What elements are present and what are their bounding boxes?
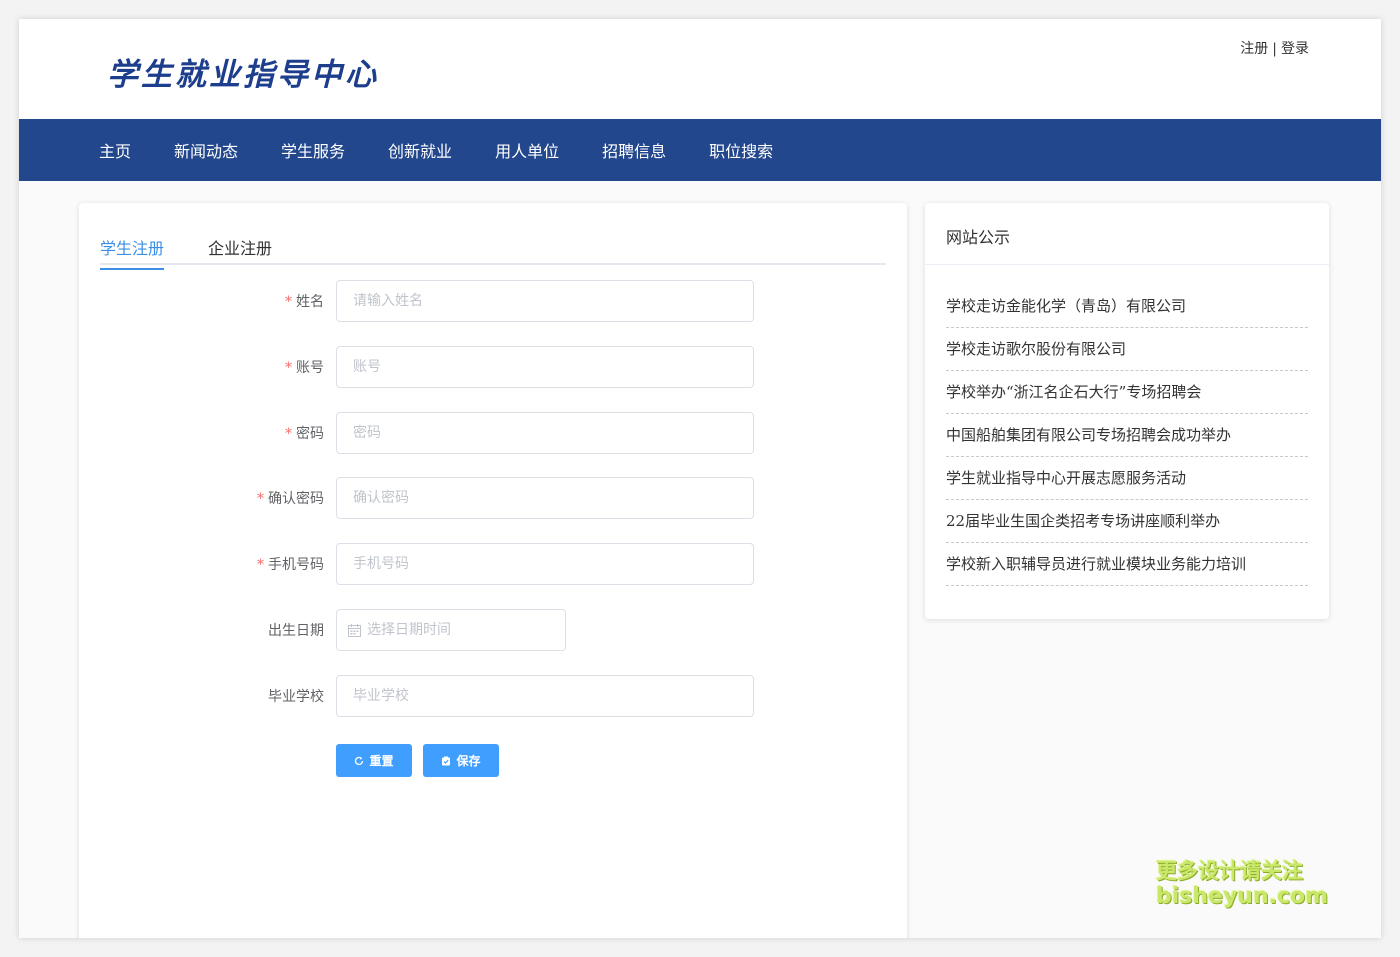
notice-item[interactable]: 22届毕业生国企类招考专场讲座顺利举办 <box>946 500 1308 543</box>
account-label: * 账号 <box>285 360 324 376</box>
site-logo[interactable]: 学生就业指导中心 <box>107 49 379 94</box>
main-nav: 主页 新闻动态 学生服务 创新就业 用人单位 招聘信息 职位搜索 <box>19 119 1381 181</box>
phone-label: * 手机号码 <box>257 557 324 573</box>
auth-links: 注册 | 登录 <box>1240 38 1309 58</box>
reset-button-label: 重置 <box>369 754 394 768</box>
notice-title: 网站公示 <box>925 203 1329 265</box>
nav-item-employers[interactable]: 用人单位 <box>495 138 559 162</box>
form-row-password: * 密码 <box>79 412 907 454</box>
registration-tabs: 学生注册 企业注册 <box>100 225 886 270</box>
nav-item-home[interactable]: 主页 <box>99 138 131 162</box>
required-mark: * <box>285 294 292 310</box>
form-row-birthdate: 出生日期 <box>79 609 907 651</box>
notice-item[interactable]: 中国船舶集团有限公司专场招聘会成功举办 <box>946 414 1308 457</box>
watermark-line1: 更多设计请关注 <box>1156 859 1303 883</box>
notice-list: 学校走访金能化学（青岛）有限公司 学校走访歌尔股份有限公司 学校举办“浙江名企石… <box>946 285 1308 586</box>
password-label: * 密码 <box>285 426 324 442</box>
notice-item[interactable]: 学校走访金能化学（青岛）有限公司 <box>946 285 1308 328</box>
required-mark: * <box>257 557 264 573</box>
notice-card: 网站公示 学校走访金能化学（青岛）有限公司 学校走访歌尔股份有限公司 学校举办“… <box>925 203 1329 619</box>
form-row-account: * 账号 <box>79 346 907 388</box>
confirm-password-label: * 确认密码 <box>257 491 324 507</box>
birthdate-label: 出生日期 <box>268 623 324 639</box>
refresh-icon <box>355 756 364 765</box>
nav-item-job-search[interactable]: 职位搜索 <box>709 138 773 162</box>
notice-item[interactable]: 学校新入职辅导员进行就业模块业务能力培训 <box>946 543 1308 586</box>
register-link[interactable]: 注册 <box>1240 41 1268 57</box>
school-label: 毕业学校 <box>268 689 324 705</box>
required-mark: * <box>285 360 292 376</box>
watermark-line2: bisheyun.com <box>1156 884 1329 909</box>
birthdate-picker[interactable] <box>336 609 566 651</box>
main-content: 学生注册 企业注册 *姓名 *账号 *密码 *确认密码 *手机号码 <box>19 181 1381 938</box>
form-row-school: 毕业学校 <box>79 675 907 717</box>
nav-item-news[interactable]: 新闻动态 <box>174 138 238 162</box>
form-row-phone: * 手机号码 <box>79 543 907 585</box>
notice-item[interactable]: 学校走访歌尔股份有限公司 <box>946 328 1308 371</box>
tab-company-register[interactable]: 企业注册 <box>208 235 272 268</box>
header: 学生就业指导中心 注册 | 登录 <box>19 19 1381 119</box>
nav-item-jobs[interactable]: 招聘信息 <box>602 138 666 162</box>
notice-item[interactable]: 学生就业指导中心开展志愿服务活动 <box>946 457 1308 500</box>
watermark: 更多设计请关注 bisheyun.com <box>1156 858 1329 910</box>
nav-item-student-services[interactable]: 学生服务 <box>281 138 345 162</box>
name-input[interactable] <box>336 280 754 322</box>
account-input[interactable] <box>336 346 754 388</box>
login-link[interactable]: 登录 <box>1281 41 1309 57</box>
form-actions: 重置 保存 <box>79 744 907 786</box>
calendar-icon <box>348 624 361 637</box>
name-label: * 姓名 <box>285 294 324 310</box>
save-icon <box>442 756 451 765</box>
phone-input[interactable] <box>336 543 754 585</box>
password-input[interactable] <box>336 412 754 454</box>
school-input[interactable] <box>336 675 754 717</box>
page-frame: 学生就业指导中心 注册 | 登录 主页 新闻动态 学生服务 创新就业 用人单位 招聘… <box>19 19 1381 938</box>
auth-separator: | <box>1272 41 1277 57</box>
confirm-password-input[interactable] <box>336 477 754 519</box>
required-mark: * <box>285 426 292 442</box>
birthdate-input[interactable] <box>367 610 561 650</box>
required-mark: * <box>257 491 264 507</box>
form-row-confirm-password: * 确认密码 <box>79 477 907 519</box>
save-button[interactable]: 保存 <box>423 744 499 777</box>
registration-card: 学生注册 企业注册 *姓名 *账号 *密码 *确认密码 *手机号码 <box>79 203 907 938</box>
nav-item-innovation[interactable]: 创新就业 <box>388 138 452 162</box>
reset-button[interactable]: 重置 <box>336 744 412 777</box>
form-row-name: * 姓名 <box>79 280 907 322</box>
save-button-label: 保存 <box>456 754 481 768</box>
tab-student-register[interactable]: 学生注册 <box>100 235 165 270</box>
notice-item[interactable]: 学校举办“浙江名企石大行”专场招聘会 <box>946 371 1308 414</box>
